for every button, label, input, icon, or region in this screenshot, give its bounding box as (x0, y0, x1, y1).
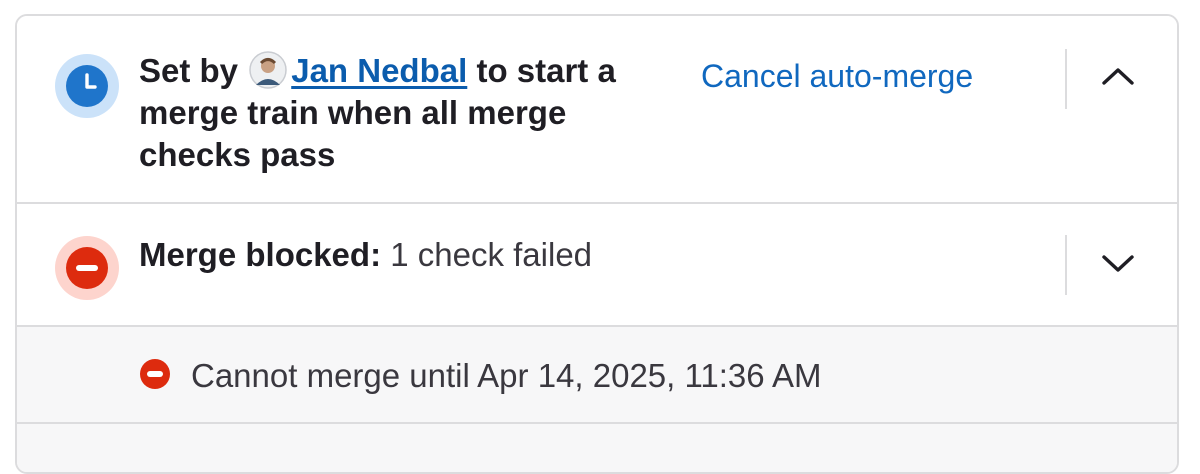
clock-icon (54, 53, 120, 119)
divider (1065, 49, 1067, 109)
merge-blocked-section: Merge blocked: 1 check failed (17, 204, 1177, 327)
list-item: Cannot merge until Apr 14, 2025, 11:36 A… (139, 355, 821, 397)
status-failed-icon (54, 235, 120, 301)
auto-merge-section: Set by Jan Nedbal to start a merge train… (17, 16, 1177, 204)
merge-blocked-detail: 1 check failed (390, 236, 593, 273)
auto-merge-message: Set by Jan Nedbal to start a merge train… (139, 50, 659, 176)
auto-merge-prefix: Set by (139, 52, 239, 89)
divider (1065, 235, 1067, 295)
check-list: Cannot merge until Apr 14, 2025, 11:36 A… (17, 327, 1177, 424)
chevron-up-icon (1101, 66, 1135, 91)
merge-widget: Set by Jan Nedbal to start a merge train… (15, 14, 1179, 474)
check-message: Cannot merge until Apr 14, 2025, 11:36 A… (191, 357, 822, 394)
merge-blocked-message: Merge blocked: 1 check failed (139, 234, 592, 276)
chevron-down-icon (1101, 253, 1135, 278)
expand-toggle-button[interactable] (1090, 237, 1146, 293)
cancel-auto-merge-button[interactable]: Cancel auto-merge (701, 58, 973, 95)
avatar[interactable] (249, 51, 288, 89)
next-check-row (17, 424, 1177, 472)
author-link[interactable]: Jan Nedbal (291, 52, 467, 89)
merge-blocked-title: Merge blocked: (139, 236, 382, 273)
collapse-toggle-button[interactable] (1090, 50, 1146, 106)
status-failed-icon (139, 358, 171, 395)
